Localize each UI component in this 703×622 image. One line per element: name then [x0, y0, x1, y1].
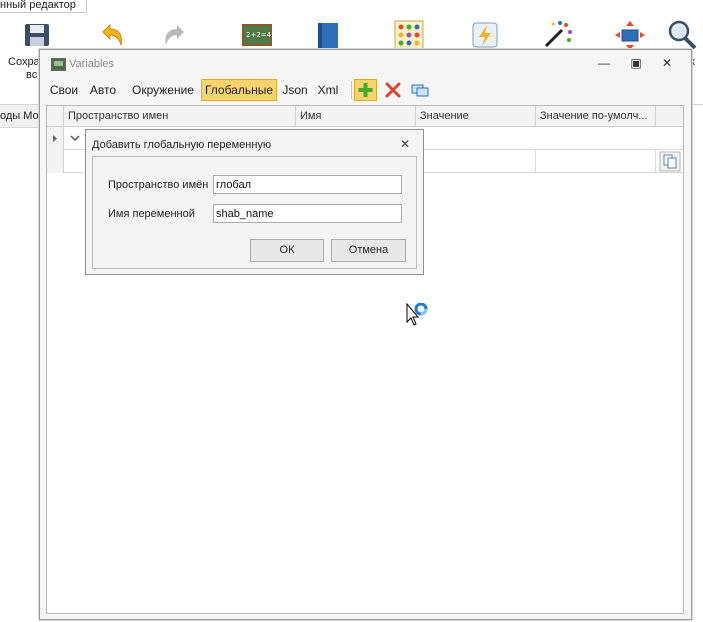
- column-header-filler: [656, 106, 683, 127]
- row-indicator-2[interactable]: [47, 150, 64, 173]
- copy-window-icon: [411, 84, 429, 97]
- chevron-down-icon[interactable]: [67, 127, 83, 149]
- undo-icon[interactable]: [95, 18, 129, 52]
- close-icon[interactable]: ✕: [657, 55, 677, 71]
- tab-json[interactable]: Json: [279, 79, 311, 101]
- magic-wand-icon[interactable]: [540, 18, 574, 52]
- search-icon[interactable]: [665, 18, 699, 52]
- row-pointer-icon: [53, 135, 57, 142]
- maximize-icon[interactable]: ▣: [626, 55, 646, 71]
- tab-svoi[interactable]: Свои: [48, 79, 80, 101]
- dialog-close-icon[interactable]: ✕: [400, 137, 410, 151]
- chalkboard-icon[interactable]: 2+2=4: [240, 18, 274, 52]
- column-header-name[interactable]: Имя: [296, 106, 416, 127]
- cancel-button[interactable]: Отмена: [331, 239, 406, 262]
- variables-app-icon: [51, 58, 66, 71]
- toolbar-separator: [351, 81, 352, 99]
- editor-tab[interactable]: нный редактор: [0, 0, 87, 13]
- editor-tab-label: нный редактор: [0, 0, 76, 11]
- dialog-body: Пространство имён Имя переменной ОК Отме…: [92, 156, 417, 269]
- grid-corner: [47, 106, 64, 127]
- cell-default-value[interactable]: [536, 150, 656, 173]
- variables-window-titlebar[interactable]: Variables — ▣ ✕: [40, 50, 691, 77]
- svg-text:2+2=4: 2+2=4: [246, 31, 272, 39]
- window-arrows-icon[interactable]: [613, 18, 647, 52]
- palette-grid-icon[interactable]: [392, 18, 426, 52]
- column-header-namespace[interactable]: Пространство имен: [64, 106, 296, 127]
- namespace-input[interactable]: [213, 175, 402, 194]
- namespace-label: Пространство имён: [108, 179, 209, 191]
- busy-cursor-icon: [406, 303, 428, 326]
- varname-label: Имя переменной: [108, 208, 195, 220]
- plus-icon: [358, 83, 373, 97]
- minimize-icon[interactable]: —: [594, 55, 614, 71]
- copy-icon[interactable]: [659, 151, 681, 172]
- tab-xml[interactable]: Xml: [313, 79, 343, 101]
- varname-input[interactable]: [213, 204, 402, 223]
- save-all-label: Сохра: [8, 56, 40, 68]
- cell-value[interactable]: [416, 150, 536, 173]
- save-icon[interactable]: [20, 18, 54, 52]
- delete-variable-button[interactable]: [382, 79, 404, 101]
- ok-button[interactable]: ОК: [250, 239, 324, 262]
- add-global-variable-dialog: Добавить глобальную переменную ✕ Простра…: [85, 129, 424, 275]
- delete-x-icon: [385, 82, 401, 98]
- redo-icon: [165, 25, 184, 45]
- script-run-icon[interactable]: [468, 18, 502, 52]
- dialog-title: Добавить глобальную переменную: [92, 139, 272, 151]
- tab-okruzhenie[interactable]: Окружение: [127, 79, 199, 101]
- save-all-label-2: вс: [26, 69, 38, 81]
- copy-variable-button[interactable]: [409, 79, 431, 101]
- book-icon[interactable]: [312, 18, 346, 52]
- row-indicator[interactable]: [47, 127, 64, 150]
- side-panel-label: оды Мо: [0, 110, 39, 122]
- variables-window-title: Variables: [69, 58, 115, 70]
- tab-globalnye[interactable]: Глобальные: [201, 79, 277, 101]
- column-header-value[interactable]: Значение: [416, 106, 536, 127]
- cell-action[interactable]: [656, 150, 683, 173]
- tab-avto[interactable]: Авто: [85, 79, 121, 101]
- side-panel-tab[interactable]: оды Мо: [0, 105, 40, 128]
- column-header-default-value[interactable]: Значение по-умолч...: [536, 106, 656, 127]
- add-variable-button[interactable]: [354, 79, 377, 101]
